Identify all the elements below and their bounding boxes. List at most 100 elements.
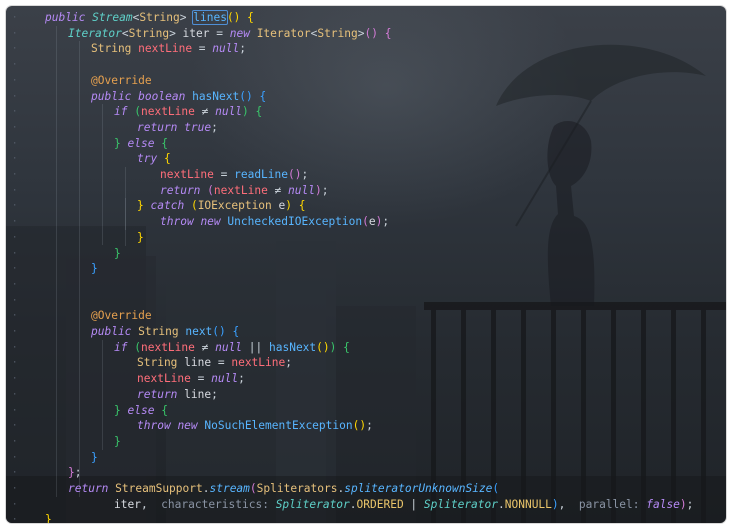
- code-line[interactable]: try {: [137, 151, 171, 167]
- code-token: UncheckedIOException: [227, 215, 363, 229]
- code-line[interactable]: @Override: [91, 73, 152, 89]
- fold-marker-icon[interactable]: ·: [12, 343, 18, 353]
- code-line[interactable]: public boolean hasNext() {: [91, 89, 266, 105]
- code-line[interactable]: nextLine = null;: [137, 371, 245, 387]
- code-line[interactable]: if (nextLine ≠ null) {: [114, 104, 262, 120]
- code-line[interactable]: public String next() {: [91, 324, 239, 340]
- fold-marker-icon[interactable]: ·: [12, 296, 18, 306]
- fold-marker-icon[interactable]: ·: [12, 170, 18, 180]
- code-token: (): [239, 89, 253, 103]
- fold-marker-icon[interactable]: ·: [12, 29, 18, 39]
- code-line[interactable]: String nextLine = null;: [91, 41, 246, 57]
- code-line[interactable]: String line = nextLine;: [137, 355, 292, 371]
- fold-marker-icon[interactable]: ·: [12, 249, 18, 259]
- code-token: return: [68, 482, 109, 495]
- code-line[interactable]: Iterator<String> iter = new Iterator<Str…: [68, 26, 391, 42]
- code-line[interactable]: throw new NoSuchElementException();: [137, 418, 373, 434]
- fold-marker-icon[interactable]: ·: [12, 406, 18, 416]
- fold-marker-icon[interactable]: ·: [12, 44, 18, 54]
- fold-marker-icon[interactable]: ·: [12, 217, 18, 227]
- fold-marker-icon[interactable]: ·: [12, 264, 18, 274]
- code-line[interactable]: return line;: [137, 387, 218, 403]
- code-token: iter: [114, 497, 141, 511]
- fold-marker-icon[interactable]: ·: [12, 76, 18, 86]
- code-token: (): [364, 26, 378, 40]
- code-line[interactable]: throw new UncheckedIOException(e);: [160, 214, 389, 230]
- fold-marker-icon[interactable]: ·: [12, 280, 18, 290]
- code-line[interactable]: iter, characteristics: Spliterator.ORDER…: [114, 497, 693, 513]
- code-token: ;: [238, 372, 245, 386]
- fold-marker-icon[interactable]: ·: [12, 484, 18, 494]
- code-token: .: [349, 497, 357, 511]
- fold-marker-icon[interactable]: ·: [12, 515, 18, 523]
- code-line[interactable]: };: [68, 465, 82, 481]
- code-line[interactable]: }: [91, 261, 98, 277]
- fold-marker-icon[interactable]: ·: [12, 233, 18, 243]
- fold-marker-icon[interactable]: ·: [12, 201, 18, 211]
- fold-marker-icon[interactable]: ·: [12, 390, 18, 400]
- fold-marker-icon[interactable]: ·: [12, 311, 18, 321]
- code-line[interactable]: }: [114, 246, 121, 262]
- code-token: next: [185, 325, 213, 338]
- code-token: (): [226, 11, 241, 24]
- code-line[interactable]: }: [114, 434, 121, 450]
- code-line[interactable]: }: [137, 230, 144, 246]
- fold-marker-icon[interactable]: ·: [12, 123, 18, 133]
- code-token: nextLine: [160, 168, 214, 181]
- code-line[interactable]: return true;: [137, 120, 218, 136]
- fold-marker-icon[interactable]: ·: [12, 60, 18, 70]
- fold-marker-icon[interactable]: ·: [12, 421, 18, 431]
- code-token: NoSuchElementException: [204, 419, 353, 433]
- editor-gutter: ··································: [6, 6, 26, 523]
- code-token: ,: [140, 497, 162, 511]
- code-line[interactable]: }: [45, 512, 52, 523]
- code-token: =: [190, 372, 212, 386]
- fold-marker-icon[interactable]: ·: [12, 107, 18, 117]
- fold-marker-icon[interactable]: ·: [12, 358, 18, 368]
- code-token: ,: [558, 497, 579, 511]
- fold-marker-icon[interactable]: ·: [12, 92, 18, 102]
- code-token: Stream: [92, 11, 133, 24]
- code-token: {: [259, 89, 267, 103]
- fold-marker-icon[interactable]: ·: [12, 468, 18, 478]
- fold-marker-icon[interactable]: ·: [12, 500, 18, 510]
- code-token: {: [298, 199, 306, 213]
- code-token: ): [551, 497, 559, 511]
- fold-marker-icon[interactable]: ·: [12, 13, 18, 23]
- code-line[interactable]: public Stream<String> lines() {: [45, 10, 254, 26]
- fold-marker-icon[interactable]: ·: [12, 154, 18, 164]
- code-line[interactable]: } catch (IOException e) {: [137, 198, 306, 214]
- code-line[interactable]: } else {: [114, 136, 168, 152]
- code-token: Iterator: [68, 26, 122, 40]
- code-token: Spliterators: [256, 482, 338, 495]
- code-token: ;: [285, 356, 292, 370]
- code-token: nextLine: [137, 372, 191, 386]
- fold-marker-icon[interactable]: ·: [12, 374, 18, 384]
- code-line[interactable]: if (nextLine ≠ null || hasNext()) {: [114, 340, 350, 356]
- code-token: try: [137, 152, 158, 166]
- code-line[interactable]: nextLine = readLine();: [160, 167, 308, 183]
- code-token: (: [190, 199, 198, 213]
- fold-marker-icon[interactable]: ·: [12, 437, 18, 447]
- code-line[interactable]: @Override: [91, 308, 152, 324]
- code-token: <: [121, 26, 129, 40]
- code-token: if: [114, 105, 128, 119]
- code-token: throw: [160, 215, 194, 229]
- code-token: String: [139, 11, 180, 24]
- code-line[interactable]: return (nextLine ≠ null);: [160, 183, 328, 199]
- code-line[interactable]: } else {: [114, 403, 168, 419]
- code-token: }: [91, 262, 98, 276]
- fold-marker-icon[interactable]: ·: [12, 327, 18, 337]
- indent-guide: [56, 25, 57, 497]
- code-token: =: [211, 356, 232, 370]
- code-token: >: [169, 26, 183, 40]
- code-line[interactable]: }: [91, 450, 98, 466]
- fold-marker-icon[interactable]: ·: [12, 453, 18, 463]
- fold-marker-icon[interactable]: ·: [12, 186, 18, 196]
- fold-marker-icon[interactable]: ·: [12, 139, 18, 149]
- code-token: ;: [382, 215, 390, 229]
- code-line[interactable]: return StreamSupport.stream(Spliterators…: [68, 481, 499, 497]
- code-token: new: [177, 419, 198, 433]
- code-token: iter: [182, 26, 210, 40]
